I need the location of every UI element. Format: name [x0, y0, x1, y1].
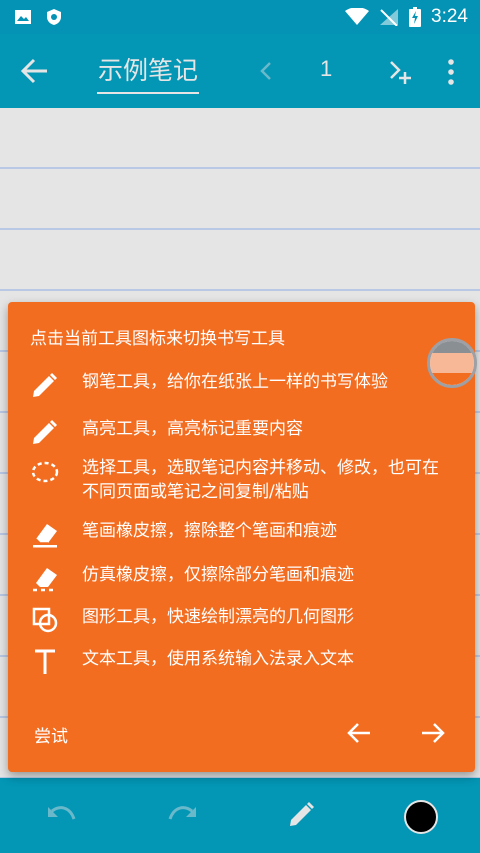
tool-item-pen: 钢笔工具，给你在纸张上一样的书写体验 — [30, 370, 388, 400]
tool-item-label: 高亮工具，高亮标记重要内容 — [82, 419, 303, 439]
battery-charging-icon — [409, 7, 422, 27]
tool-tip-card: 点击当前工具图标来切换书写工具 钢笔工具，给你在纸张上一样的书写体验 高亮工具，… — [8, 302, 477, 772]
status-bar: 3:24 — [0, 0, 480, 34]
tool-item-text: 文本工具，使用系统输入法录入文本 — [30, 647, 354, 677]
tool-item-simulated-eraser: 仿真橡皮擦，仅擦除部分笔画和痕迹 — [30, 563, 354, 593]
tool-item-stroke-eraser: 笔画橡皮擦，擦除整个笔画和痕迹 — [30, 519, 337, 549]
text-tool-icon — [35, 649, 55, 674]
tip-header: 点击当前工具图标来切换书写工具 — [30, 329, 285, 349]
highlighter-icon — [33, 420, 57, 444]
tool-item-label: 笔画橡皮擦，擦除整个笔画和痕迹 — [82, 521, 337, 541]
tool-item-shape: 图形工具，快速绘制漂亮的几何图形 — [30, 605, 354, 635]
try-button[interactable]: 尝试 — [34, 722, 68, 747]
tool-item-label: 仿真橡皮擦，仅擦除部分笔画和痕迹 — [82, 565, 354, 585]
image-notification-icon — [15, 10, 31, 24]
shape-tool-icon — [32, 607, 58, 633]
vpn-shield-icon — [47, 9, 61, 25]
tool-item-label: 选择工具，选取笔记内容并移动、修改，也可在不同页面或笔记之间复制/粘贴 — [82, 458, 439, 502]
simulated-eraser-icon — [33, 568, 57, 592]
pen-icon — [33, 373, 57, 397]
clock: 3:24 — [431, 6, 468, 27]
tip-next-button[interactable] — [420, 721, 446, 745]
tool-item-label: 文本工具，使用系统输入法录入文本 — [82, 649, 354, 669]
stroke-eraser-icon — [33, 524, 57, 548]
lasso-select-icon — [31, 461, 59, 483]
tip-previous-button[interactable] — [346, 721, 372, 745]
tool-item-label: 钢笔工具，给你在纸张上一样的书写体验 — [82, 372, 388, 392]
no-signal-icon — [380, 9, 399, 26]
tool-item-label: 图形工具，快速绘制漂亮的几何图形 — [82, 607, 354, 627]
note-thumbnail — [427, 338, 477, 388]
wifi-icon — [345, 8, 370, 25]
tool-item-select: 选择工具，选取笔记内容并移动、修改，也可在不同页面或笔记之间复制/粘贴 — [30, 456, 452, 504]
arrow-right-icon — [422, 723, 445, 743]
arrow-left-icon — [347, 723, 370, 743]
tool-item-highlighter: 高亮工具，高亮标记重要内容 — [30, 417, 303, 447]
